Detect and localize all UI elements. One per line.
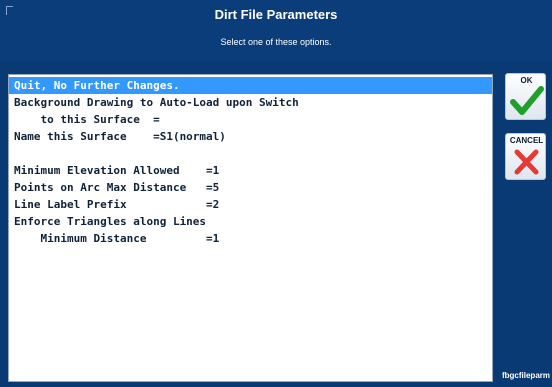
cancel-button[interactable]: CANCEL [505,133,546,180]
option-enforce-triangles[interactable]: Enforce Triangles along Lines [9,213,492,230]
option-background-drawing-cont[interactable]: to this Surface = [9,111,492,128]
option-arc-max-distance[interactable]: Points on Arc Max Distance =5 [9,179,492,196]
ok-button[interactable]: OK [505,73,546,120]
close-icon [514,149,539,175]
dialog-title: Dirt File Parameters [214,7,338,22]
dialog-window: Dirt File Parameters Select one of these… [0,0,552,387]
checkmark-icon [510,86,544,115]
dialog-subtitle: Select one of these options. [220,37,332,47]
option-quit[interactable]: Quit, No Further Changes. [9,77,492,94]
option-blank[interactable] [9,145,492,162]
option-background-drawing[interactable]: Background Drawing to Auto-Load upon Swi… [9,94,492,111]
option-line-label-prefix[interactable]: Line Label Prefix =2 [9,196,492,213]
dialog-header: Dirt File Parameters Select one of these… [0,0,552,62]
option-min-elevation[interactable]: Minimum Elevation Allowed =1 [9,162,492,179]
screen-id-label: fbgcfileparm [501,371,550,380]
options-list[interactable]: Quit, No Further Changes. Background Dra… [8,74,493,382]
option-name-surface[interactable]: Name this Surface =S1(normal) [9,128,492,145]
option-min-distance[interactable]: Minimum Distance =1 [9,230,492,247]
